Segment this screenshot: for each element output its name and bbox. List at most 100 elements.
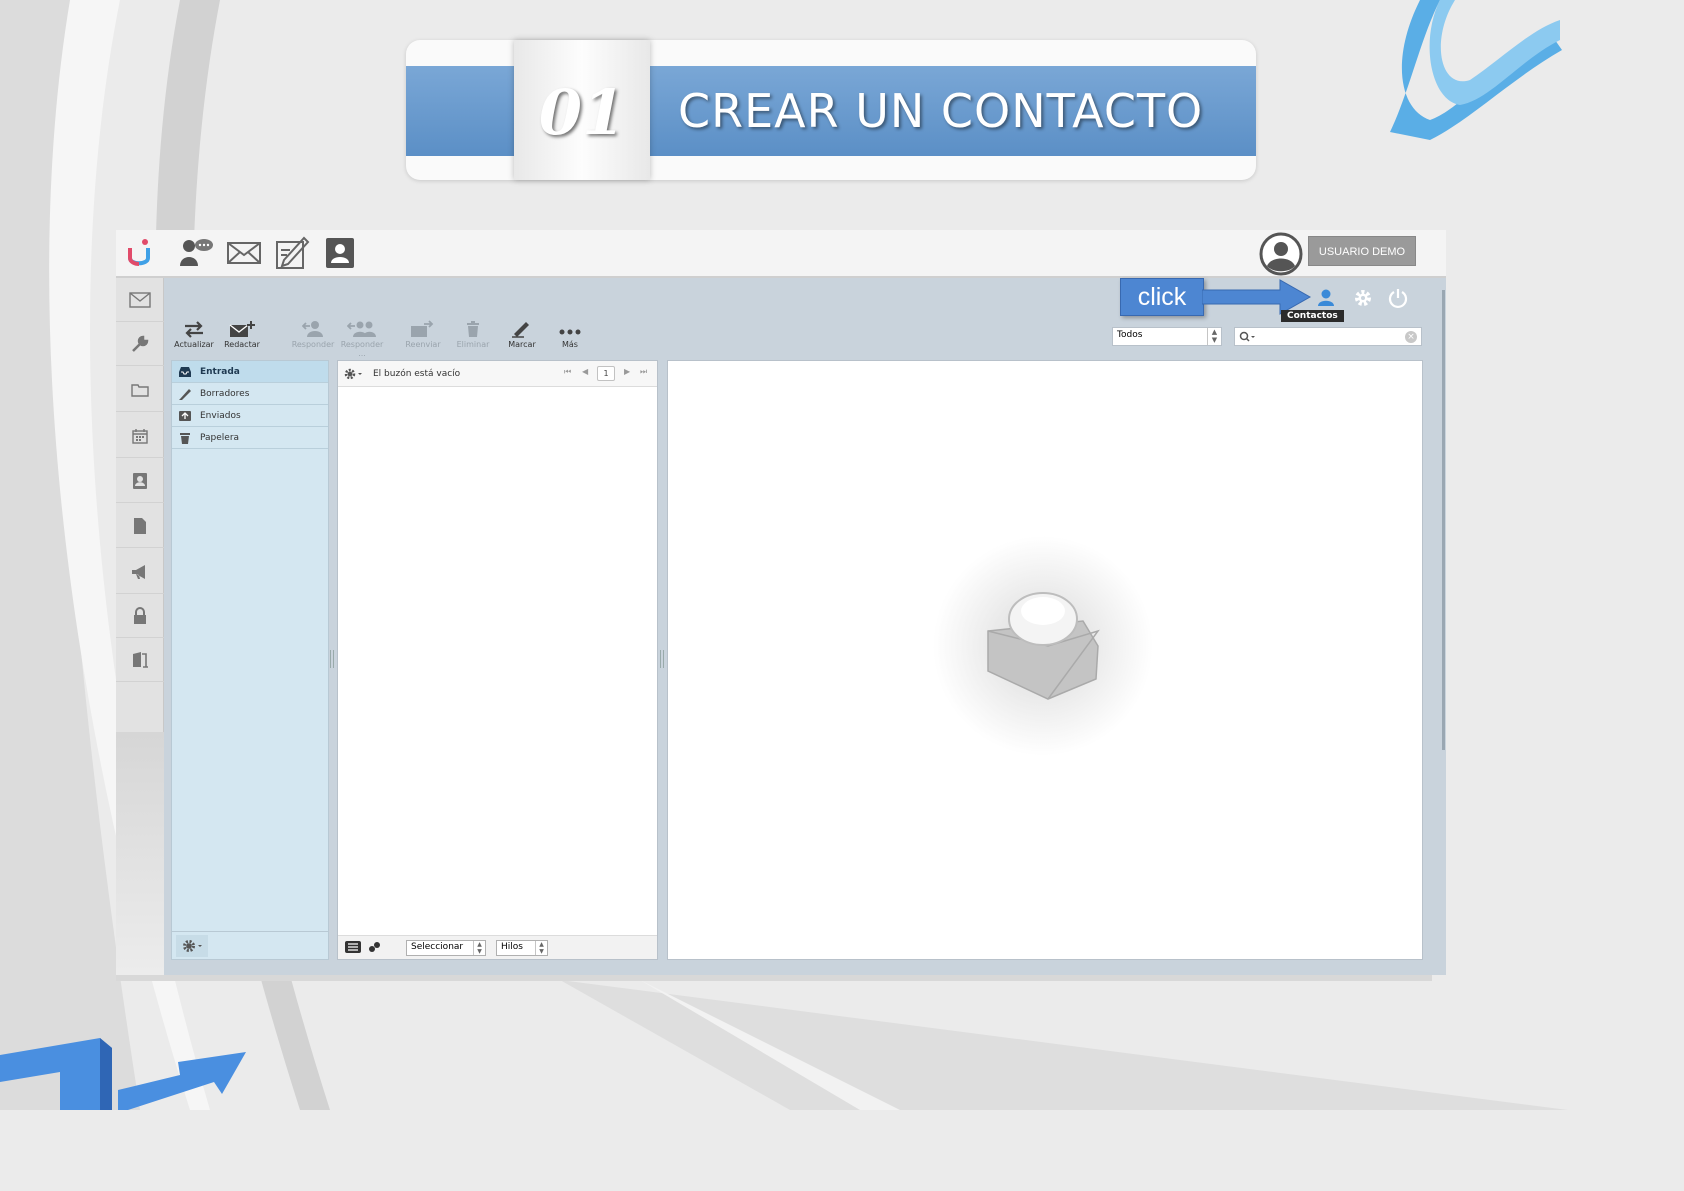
rail-security[interactable] <box>116 594 164 638</box>
click-callout: click <box>1120 278 1204 316</box>
select-arrows-icon: ▲ ▼ <box>1207 328 1221 345</box>
message-list-header: El buzón está vacío ⏮ ◀ 1 ▶ ⏭ <box>338 361 657 387</box>
inbox-icon <box>179 366 191 377</box>
reply-icon <box>302 321 323 337</box>
select-dropdown[interactable]: Seleccionar ▲ ▼ <box>406 940 486 956</box>
more-icon <box>559 329 581 335</box>
mail-icon[interactable] <box>226 236 262 270</box>
filter-value: Todos <box>1117 330 1143 340</box>
rail-logout[interactable] <box>116 638 164 682</box>
chat-icon[interactable] <box>178 236 214 270</box>
compose-label: Redactar <box>224 340 260 349</box>
marker-icon <box>512 322 529 338</box>
list-view-icon[interactable] <box>344 940 362 954</box>
folder-options-button[interactable] <box>176 935 208 957</box>
search-clear-icon[interactable]: × <box>1405 331 1417 343</box>
app-logo-icon <box>128 239 150 266</box>
empty-preview-watermark-icon <box>933 536 1153 756</box>
lock-icon <box>134 606 146 624</box>
trash-icon <box>467 321 479 337</box>
power-icon[interactable] <box>1386 286 1410 310</box>
side-rail <box>116 278 164 975</box>
user-avatar-icon[interactable] <box>1259 232 1303 276</box>
scrollbar[interactable] <box>1442 290 1445 750</box>
reply-label: Responder <box>291 340 335 349</box>
folder-label: Papelera <box>200 432 240 443</box>
message-list: El buzón está vacío ⏮ ◀ 1 ▶ ⏭ Selecciona… <box>337 360 658 960</box>
search-input[interactable]: × <box>1234 327 1422 346</box>
message-list-footer: Seleccionar ▲ ▼ Hilos ▲ ▼ <box>338 935 657 959</box>
preview-pane <box>667 360 1423 960</box>
delete-label: Eliminar <box>456 340 490 349</box>
empty-mailbox-status: El buzón está vacío <box>373 369 461 379</box>
rail-shadow <box>116 732 164 975</box>
title-banner: 01 CREAR UN CONTACTO <box>406 40 1256 180</box>
rail-documents[interactable] <box>116 504 164 548</box>
pencil-icon <box>179 388 191 400</box>
prev-page-icon[interactable]: ◀ <box>582 367 588 376</box>
folder-label: Enviados <box>200 410 241 421</box>
gear-icon <box>183 940 202 952</box>
list-options-gear-icon[interactable] <box>344 368 364 380</box>
folder-drafts[interactable]: Borradores <box>172 383 328 405</box>
forward-label: Reenviar <box>405 340 441 349</box>
reply-all-icon <box>347 321 376 337</box>
rail-settings[interactable] <box>116 322 164 366</box>
delete-button[interactable]: Eliminar <box>448 320 498 356</box>
addressbook-icon[interactable] <box>322 236 358 270</box>
rail-calendar[interactable] <box>116 414 164 458</box>
rail-announcements[interactable] <box>116 550 164 594</box>
select-label: Seleccionar <box>411 942 464 952</box>
threads-icon[interactable] <box>368 941 382 953</box>
trash-icon <box>180 432 190 444</box>
logout-icon <box>133 651 148 668</box>
mark-button[interactable]: Marcar <box>497 320 547 356</box>
contacts-button-icon[interactable] <box>1314 286 1338 310</box>
threads-dropdown[interactable]: Hilos ▲ ▼ <box>496 940 548 956</box>
folder-inbox[interactable]: Entrada <box>172 361 328 383</box>
splitter-handle[interactable] <box>330 650 334 668</box>
reply-all-label: Responder ... <box>340 340 384 358</box>
user-menu-button[interactable]: USUARIO DEMO <box>1308 236 1416 266</box>
forward-icon <box>411 320 434 337</box>
folder-label: Entrada <box>200 366 240 377</box>
step-title: CREAR UN CONTACTO <box>678 84 1204 138</box>
compose-mail-icon <box>229 321 255 337</box>
refresh-button[interactable]: Actualizar <box>169 320 219 356</box>
sent-icon <box>179 410 191 421</box>
forward-button[interactable]: Reenviar <box>398 320 448 356</box>
next-page-icon[interactable]: ▶ <box>624 367 630 376</box>
contacts-tooltip: Contactos <box>1281 310 1344 322</box>
last-page-icon[interactable]: ⏭ <box>640 367 647 377</box>
top-bar: USUARIO DEMO <box>116 230 1446 278</box>
compose-button[interactable]: Redactar <box>217 320 267 356</box>
page-number[interactable]: 1 <box>597 366 615 381</box>
select-arrows-icon: ▲ ▼ <box>535 941 547 955</box>
refresh-label: Actualizar <box>174 340 214 349</box>
wrench-icon <box>132 335 149 352</box>
filter-select[interactable]: Todos ▲ ▼ <box>1112 327 1222 346</box>
webmail-app: USUARIO DEMO click Contactos Actualizar … <box>116 230 1446 975</box>
search-icon <box>1239 331 1255 342</box>
contacts-icon <box>133 472 147 489</box>
folder-pane: Entrada Borradores Enviados Papelera <box>171 360 329 960</box>
settings-gear-icon[interactable] <box>1351 286 1375 310</box>
rail-mail[interactable] <box>116 278 164 322</box>
first-page-icon[interactable]: ⏮ <box>564 367 571 377</box>
rail-contacts[interactable] <box>116 459 164 503</box>
mark-label: Marcar <box>508 340 536 349</box>
folder-trash[interactable]: Papelera <box>172 427 328 449</box>
splitter-handle[interactable] <box>660 650 664 668</box>
folder-label: Borradores <box>200 388 250 399</box>
reply-button[interactable]: Responder <box>288 320 338 356</box>
rail-files[interactable] <box>116 368 164 412</box>
folder-pane-footer <box>172 931 328 959</box>
threads-label: Hilos <box>501 942 523 952</box>
folder-icon <box>131 383 149 397</box>
reply-all-button[interactable]: Responder ... <box>337 320 387 358</box>
more-button[interactable]: Más <box>545 320 595 356</box>
file-icon <box>134 517 146 534</box>
folder-sent[interactable]: Enviados <box>172 405 328 427</box>
compose-icon[interactable] <box>274 236 310 270</box>
step-number: 01 <box>538 76 626 149</box>
